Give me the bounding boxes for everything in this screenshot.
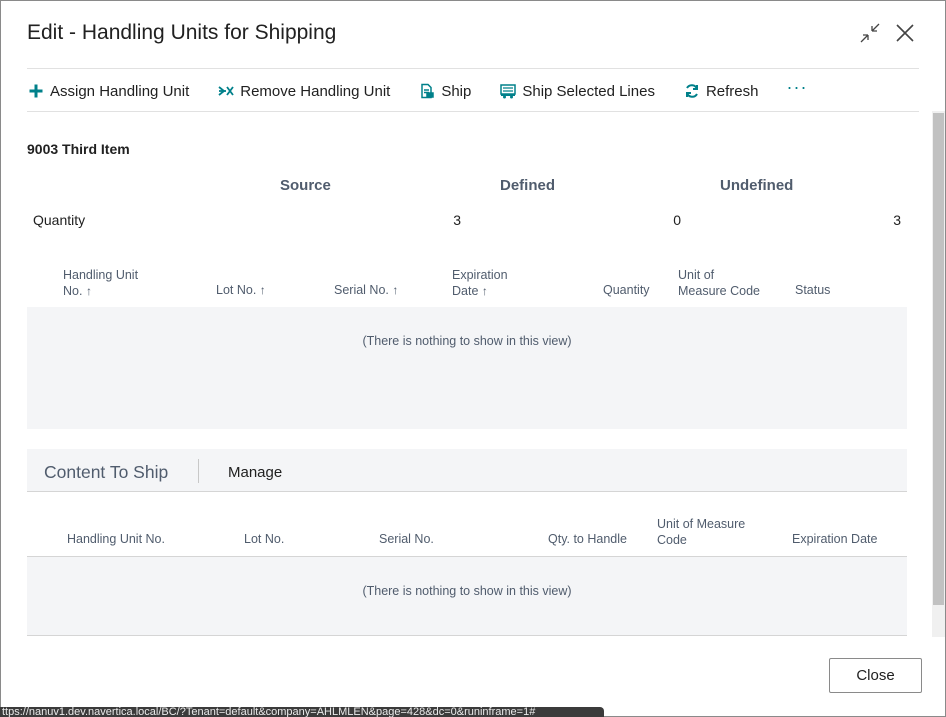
col-uom-line1: Unit of <box>678 268 715 282</box>
col-content-unit-of-measure[interactable]: Unit of Measure Code <box>657 516 745 548</box>
status-bar-url: ttps://nanuv1.dev.navertica.local/BC/?Te… <box>0 707 604 717</box>
plus-icon <box>27 82 45 100</box>
content-to-ship-title[interactable]: Content To Ship <box>44 462 168 483</box>
ship-selected-lines-label: Ship Selected Lines <box>522 82 655 100</box>
summary-row-label: Quantity <box>33 212 86 228</box>
close-button[interactable]: Close <box>829 658 922 693</box>
refresh-label: Refresh <box>705 82 759 100</box>
remove-handling-unit-label: Remove Handling Unit <box>240 82 391 100</box>
sort-up-icon: ↑ <box>85 284 92 298</box>
col-unit-of-measure-code[interactable]: Unit of Measure Code <box>678 267 760 299</box>
toolbar-divider <box>27 111 919 112</box>
col-quantity[interactable]: Quantity <box>603 282 650 298</box>
content-to-ship-header: Content To Ship Manage <box>27 449 907 492</box>
summary-undefined-value: 3 <box>893 212 901 228</box>
summary-defined-value: 0 <box>673 212 681 228</box>
sort-up-icon: ↑ <box>481 284 488 298</box>
content-grid-bottom-divider <box>27 635 907 636</box>
collapse-arrows-icon[interactable] <box>858 21 882 45</box>
summary-header-source: Source <box>280 177 331 194</box>
remove-handling-unit-button[interactable]: Remove Handling Unit <box>217 82 390 100</box>
sort-up-icon: ↑ <box>259 283 266 297</box>
ship-label: Ship <box>441 82 472 100</box>
empty-view-message: (There is nothing to show in this view) <box>362 334 572 348</box>
col-serial-no[interactable]: Serial No. ↑ <box>334 282 398 298</box>
col-status[interactable]: Status <box>795 282 830 298</box>
col-serial-no-label: Serial No. <box>334 283 389 297</box>
assign-handling-unit-button[interactable]: Assign Handling Unit <box>27 82 189 100</box>
col-content-expiration-date[interactable]: Expiration Date <box>792 531 877 547</box>
action-toolbar: Assign Handling Unit Remove Handling Uni… <box>27 77 807 102</box>
manage-menu-button[interactable]: Manage <box>228 464 282 481</box>
col-lot-no[interactable]: Lot No. ↑ <box>216 282 266 298</box>
col-lot-no-label: Lot No. <box>216 283 257 297</box>
ship-button[interactable]: Ship <box>418 82 471 100</box>
document-ship-icon <box>418 82 436 100</box>
scrollbar-thumb[interactable] <box>933 113 944 605</box>
summary-header-undefined: Undefined <box>720 177 794 194</box>
col-expiration-date[interactable]: Expiration Date ↑ <box>452 267 508 299</box>
remove-arrow-icon <box>217 82 235 100</box>
col-handling-unit-no-line1: Handling Unit <box>63 268 139 282</box>
col-content-lot-no[interactable]: Lot No. <box>244 531 284 547</box>
col-uom-line2: Measure Code <box>678 284 760 298</box>
item-caption: 9003 Third Item <box>27 141 130 157</box>
col-content-handling-unit-no[interactable]: Handling Unit No. <box>67 531 165 547</box>
assign-handling-unit-label: Assign Handling Unit <box>50 82 190 100</box>
more-actions-button[interactable]: ··· <box>786 77 807 98</box>
ship-selected-lines-button[interactable]: Ship Selected Lines <box>499 82 655 100</box>
close-x-icon[interactable] <box>893 21 917 45</box>
edit-handling-units-dialog: Edit - Handling Units for Shipping Assig… <box>0 0 946 717</box>
content-grid-empty: (There is nothing to show in this view) <box>27 557 907 635</box>
sort-up-icon: ↑ <box>392 283 399 297</box>
col-handling-unit-no[interactable]: Handling Unit No. ↑ <box>63 267 138 299</box>
title-divider <box>27 68 919 69</box>
dialog-title: Edit - Handling Units for Shipping <box>27 21 337 44</box>
col-handling-unit-no-line2: No. <box>63 284 83 298</box>
header-separator <box>198 459 199 483</box>
handling-units-grid-empty: (There is nothing to show in this view) <box>27 307 907 429</box>
refresh-icon <box>683 82 701 100</box>
content-empty-view-message: (There is nothing to show in this view) <box>362 584 572 598</box>
col-expiration-date-line2: Date <box>452 284 479 298</box>
col-content-serial-no[interactable]: Serial No. <box>379 531 434 547</box>
col-expiration-date-line1: Expiration <box>452 268 508 282</box>
summary-source-value: 3 <box>453 212 461 228</box>
col-content-qty-to-handle[interactable]: Qty. to Handle <box>548 531 627 547</box>
refresh-button[interactable]: Refresh <box>683 82 759 100</box>
col-content-uom-line1: Unit of Measure <box>657 517 746 531</box>
summary-header-defined: Defined <box>500 177 556 194</box>
truck-lines-icon <box>499 82 517 100</box>
col-content-uom-line2: Code <box>657 533 687 547</box>
